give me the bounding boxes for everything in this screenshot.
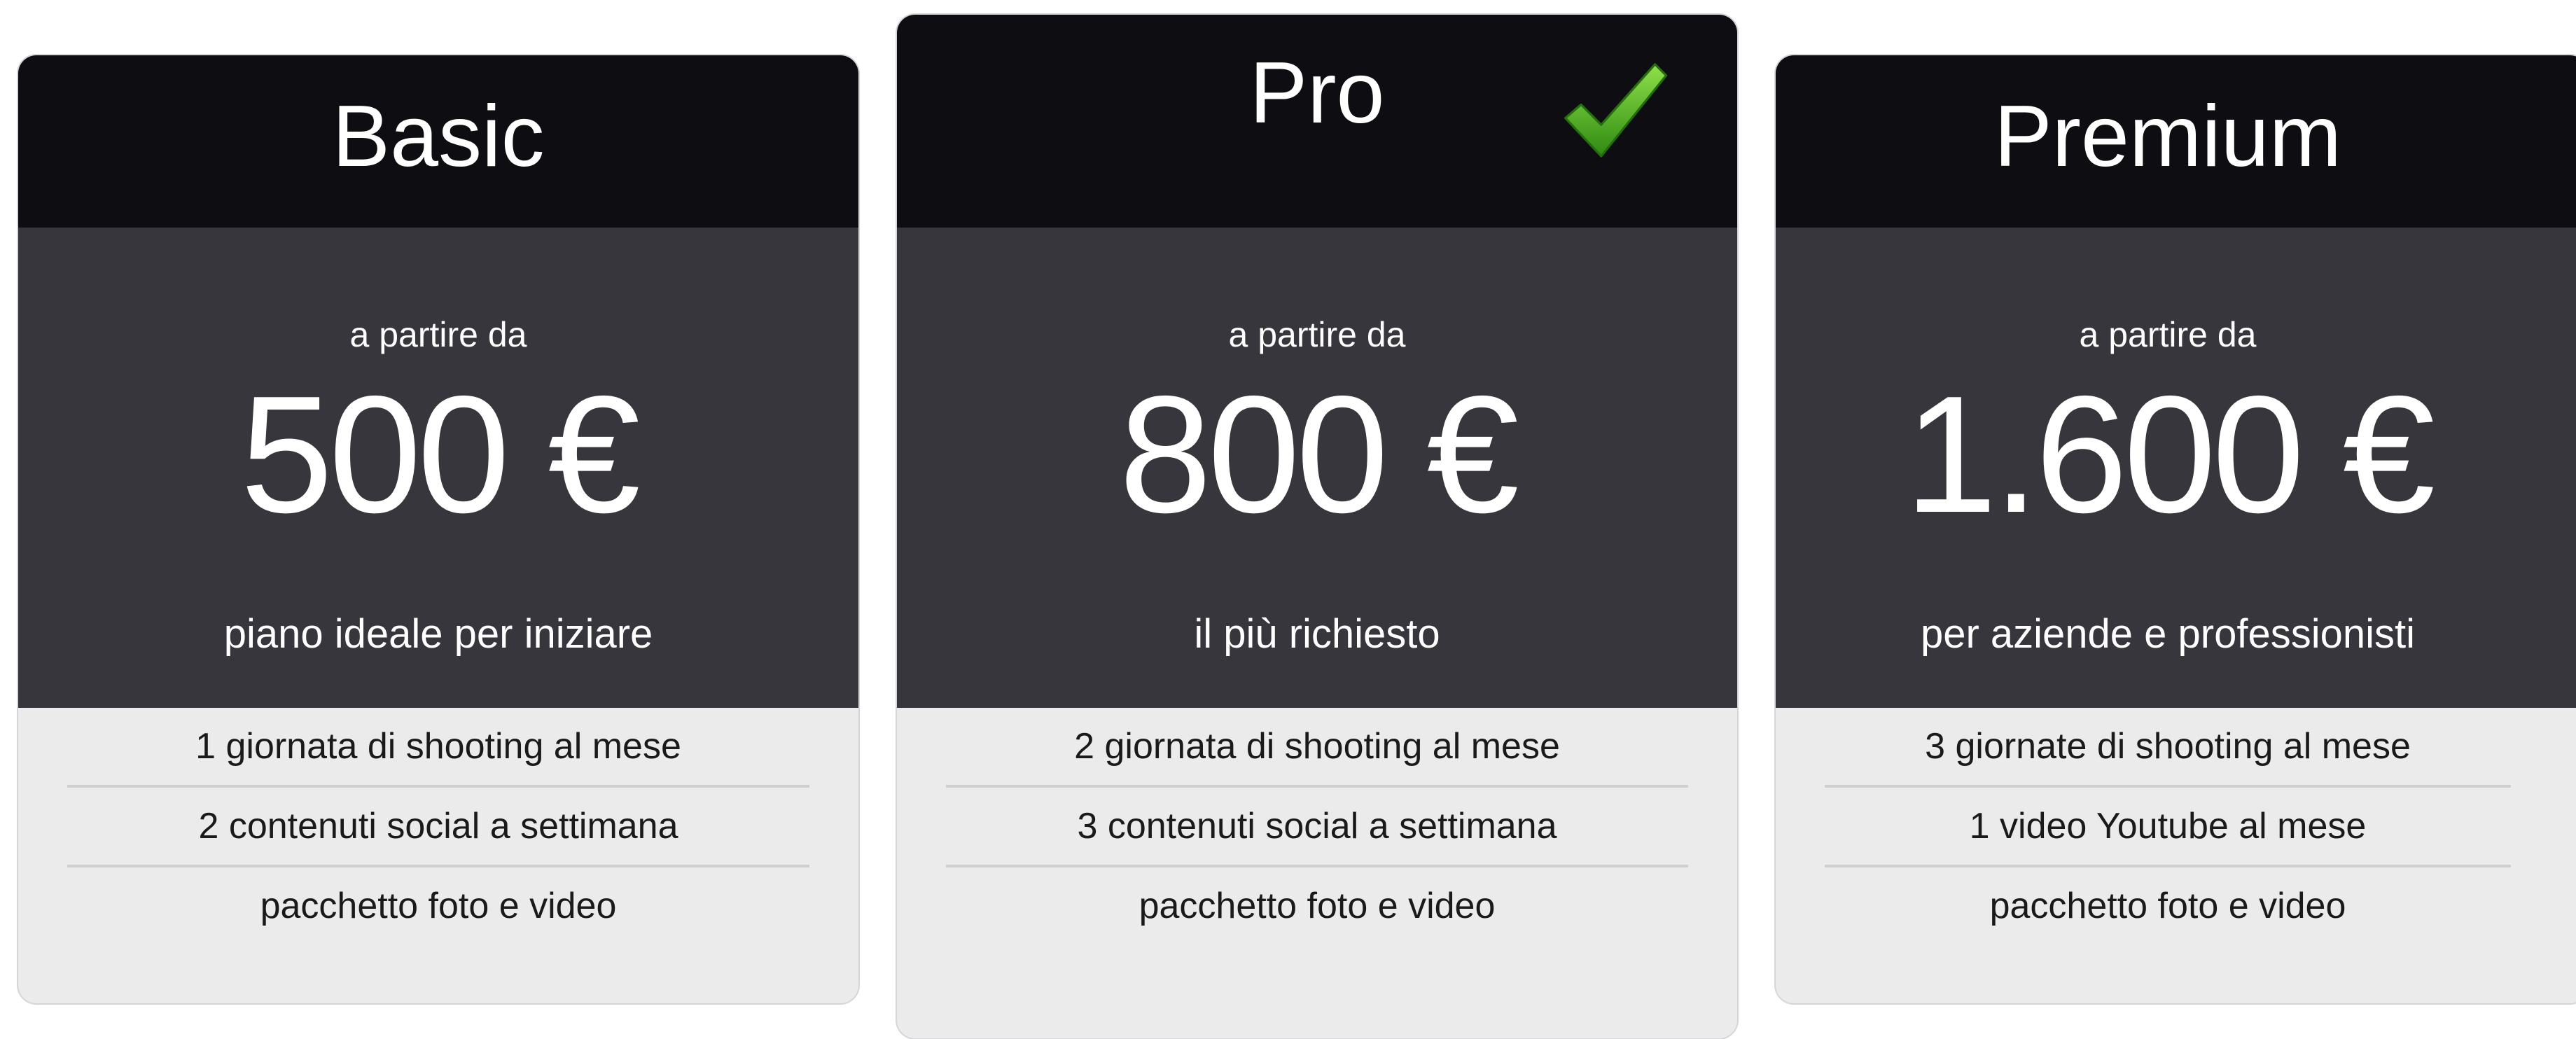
plan-header: Pro <box>897 15 1737 228</box>
plan-header: Basic <box>18 55 858 228</box>
feature-item: 1 giornata di shooting al mese <box>67 708 809 788</box>
plan-price-section: a partire da 800 € il più richiesto <box>897 228 1737 708</box>
plan-price: 800 € <box>1119 362 1519 548</box>
plan-tagline: per aziende e professionisti <box>1920 611 2416 657</box>
starting-from-label: a partire da <box>349 315 527 354</box>
plan-price: 1.600 € <box>1904 362 2435 548</box>
starting-from-label: a partire da <box>1228 315 1406 354</box>
feature-item: 2 giornata di shooting al mese <box>946 708 1688 788</box>
feature-item: pacchetto foto e video <box>260 886 617 926</box>
plan-card-premium[interactable]: Premium a partire da 1.600 € per aziende… <box>1776 55 2576 1003</box>
plan-header: Premium <box>1776 55 2576 228</box>
feature-list: 3 giornate di shooting al mese 1 video Y… <box>1776 708 2576 944</box>
feature-item: 3 giornate di shooting al mese <box>1825 708 2511 788</box>
plan-price-section: a partire da 500 € piano ideale per iniz… <box>18 228 858 708</box>
feature-list: 2 giornata di shooting al mese 3 contenu… <box>897 708 1737 944</box>
feature-item: pacchetto foto e video <box>1989 886 2346 926</box>
plan-card-basic[interactable]: Basic a partire da 500 € piano ideale pe… <box>18 55 858 1003</box>
feature-list: 1 giornata di shooting al mese 2 contenu… <box>18 708 858 944</box>
feature-item: 1 video Youtube al mese <box>1825 788 2511 867</box>
plan-tagline: piano ideale per iniziare <box>223 611 653 657</box>
plan-name: Basic <box>332 88 545 185</box>
feature-item: 3 contenuti social a settimana <box>946 788 1688 867</box>
plan-price-section: a partire da 1.600 € per aziende e profe… <box>1776 228 2576 708</box>
feature-item: 2 contenuti social a settimana <box>67 788 809 867</box>
plan-name: Premium <box>1993 88 2342 185</box>
check-icon <box>1564 63 1668 158</box>
starting-from-label: a partire da <box>2079 315 2257 354</box>
feature-item: pacchetto foto e video <box>1139 886 1496 926</box>
plan-tagline: il più richiesto <box>1194 611 1440 657</box>
plan-price: 500 € <box>240 362 641 548</box>
plan-card-pro[interactable]: Pro a partire da 800 € il più richiesto … <box>897 15 1737 1038</box>
